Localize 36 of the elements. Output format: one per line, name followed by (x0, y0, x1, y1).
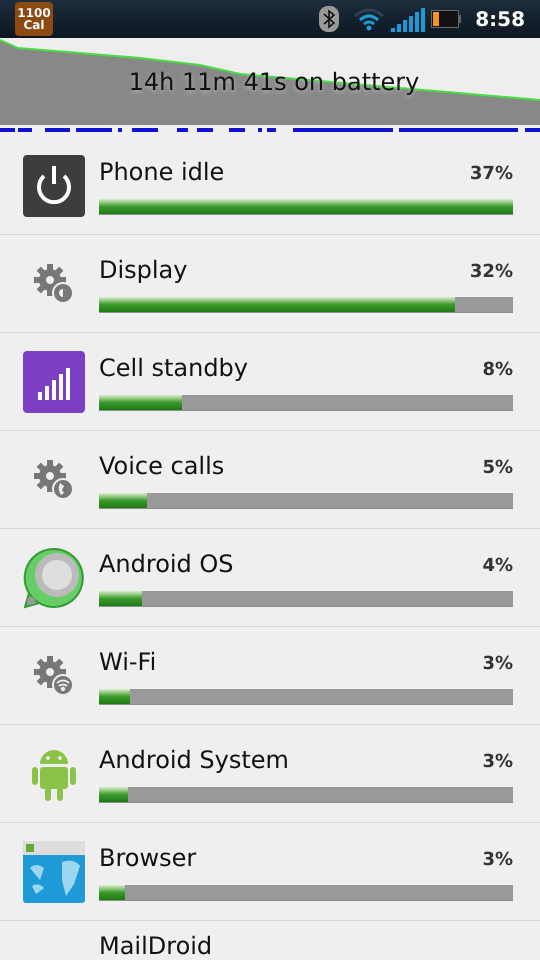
notification-count: 1100 (17, 7, 51, 19)
app-name: Voice calls (99, 450, 224, 480)
usage-percent: 3% (482, 750, 513, 774)
app-name: Cell standby (99, 352, 248, 382)
usage-percent: 32% (470, 260, 513, 284)
app-name: Android OS (99, 548, 234, 578)
usage-percent: 4% (482, 554, 513, 578)
browser-icon (22, 840, 86, 904)
calendar-notification[interactable]: 1100 Cal (15, 2, 53, 36)
usage-row[interactable]: Android OS 4% (0, 529, 540, 627)
usage-row[interactable]: Wi-Fi 3% (0, 627, 540, 725)
usage-row[interactable]: Browser 3% (0, 823, 540, 921)
app-name: Browser (99, 842, 196, 872)
usage-row[interactable]: Cell standby 8% (0, 333, 540, 431)
app-name: Display (99, 254, 188, 284)
app-name: MailDroid (99, 931, 212, 960)
usage-row[interactable]: Display 32% (0, 235, 540, 333)
usage-percent: 5% (482, 456, 513, 480)
usage-row[interactable]: Phone idle 37% (0, 137, 540, 235)
signal-icon (22, 350, 86, 414)
power-icon (22, 154, 86, 218)
clock: 8:58 (475, 6, 525, 33)
usage-percent: 8% (482, 358, 513, 382)
app-name: Android System (99, 744, 289, 774)
wifi-icon (353, 7, 386, 31)
usage-percent: 3% (482, 848, 513, 872)
bluetooth-icon (319, 6, 340, 32)
usage-row[interactable]: Voice calls 5% (0, 431, 540, 529)
signal-strength-icon (391, 6, 428, 32)
battery-icon (431, 10, 462, 28)
app-name: Wi-Fi (99, 646, 156, 676)
usage-percent: 37% (470, 162, 513, 186)
usage-row[interactable]: Android System 3% (0, 725, 540, 823)
notification-label: Cal (23, 19, 45, 31)
app-name: Phone idle (99, 156, 224, 186)
usage-percent: 3% (482, 652, 513, 676)
